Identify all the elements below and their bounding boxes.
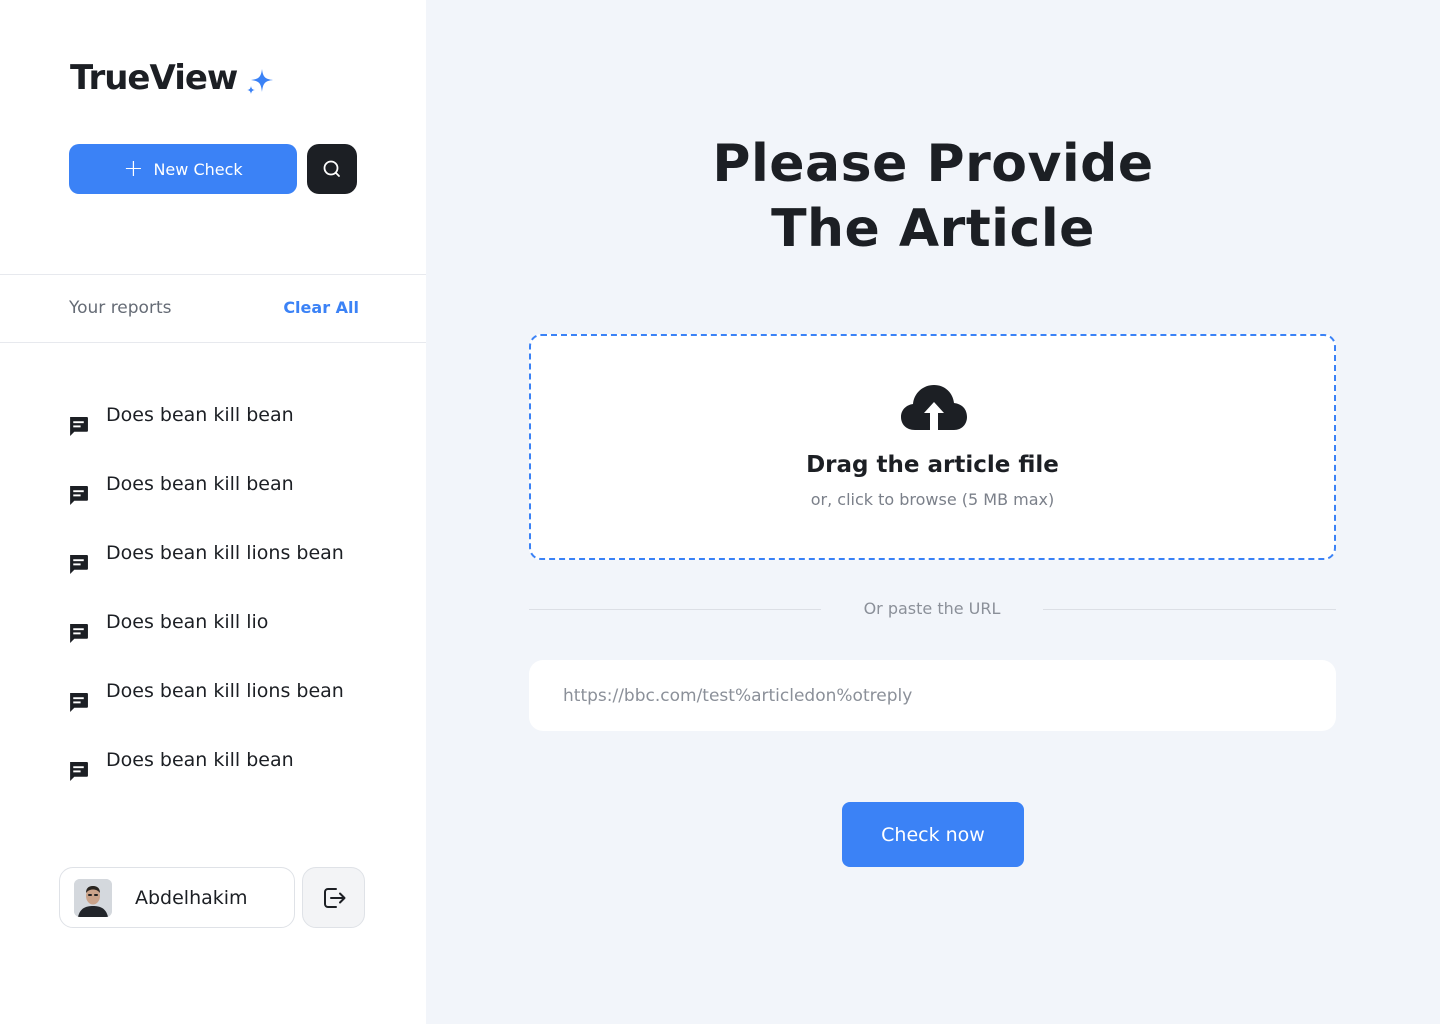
logout-button[interactable] — [302, 867, 365, 928]
reports-title: Your reports — [69, 298, 172, 318]
main-content: Please Provide The Article Drag the arti… — [426, 0, 1440, 1024]
page-title-line1: Please Provide — [712, 134, 1154, 194]
report-item[interactable]: Does bean kill bean — [68, 458, 344, 527]
dropzone-subtitle: or, click to browse (5 MB max) — [810, 490, 1055, 509]
search-button[interactable] — [307, 144, 357, 194]
report-label: Does bean kill lions bean — [106, 679, 344, 702]
app-logo: TrueView — [70, 58, 275, 98]
new-check-button[interactable]: + New Check — [69, 144, 297, 194]
report-label: Does bean kill lions bean — [106, 541, 344, 564]
divider — [0, 342, 426, 343]
file-dropzone[interactable]: Drag the article file or, click to brows… — [529, 334, 1336, 560]
report-item[interactable]: Does bean kill lio — [68, 596, 344, 665]
clear-all-link[interactable]: Clear All — [283, 298, 359, 317]
avatar-image — [74, 878, 112, 917]
report-label: Does bean kill lio — [106, 610, 269, 633]
sparkle-icon — [247, 69, 274, 94]
chat-icon — [70, 485, 88, 505]
separator-line — [1043, 609, 1336, 610]
page-title: Please Provide The Article — [426, 132, 1440, 262]
app-name: TrueView — [70, 58, 238, 98]
report-item[interactable]: Does bean kill bean — [68, 389, 344, 458]
report-item[interactable]: Does bean kill lions bean — [68, 527, 344, 596]
report-label: Does bean kill bean — [106, 748, 294, 771]
sidebar: TrueView + New Check Your reports Clear … — [0, 0, 426, 1024]
report-label: Does bean kill bean — [106, 403, 294, 426]
chat-icon — [70, 416, 88, 436]
check-now-button[interactable]: Check now — [842, 802, 1024, 867]
avatar — [74, 878, 112, 917]
separator-line — [529, 609, 821, 610]
chat-icon — [70, 623, 88, 643]
chat-icon — [70, 761, 88, 781]
chat-icon — [70, 692, 88, 712]
chat-icon — [70, 554, 88, 574]
report-item[interactable]: Does bean kill lions bean — [68, 665, 344, 734]
dropzone-title: Drag the article file — [806, 452, 1059, 478]
report-list: Does bean kill bean Does bean kill bean … — [68, 389, 344, 803]
report-label: Does bean kill bean — [106, 472, 294, 495]
or-separator-text: Or paste the URL — [863, 599, 1001, 618]
search-icon — [323, 160, 340, 177]
divider — [0, 274, 426, 275]
cloud-upload-icon — [901, 385, 967, 430]
user-name: Abdelhakim — [135, 886, 248, 909]
report-item[interactable]: Does bean kill bean — [68, 734, 344, 803]
url-input[interactable] — [529, 660, 1336, 731]
logout-icon — [323, 887, 345, 908]
user-profile-card[interactable]: Abdelhakim — [59, 867, 295, 928]
plus-icon: + — [123, 154, 144, 182]
page-title-line2: The Article — [771, 199, 1095, 259]
new-check-label: New Check — [153, 159, 243, 179]
